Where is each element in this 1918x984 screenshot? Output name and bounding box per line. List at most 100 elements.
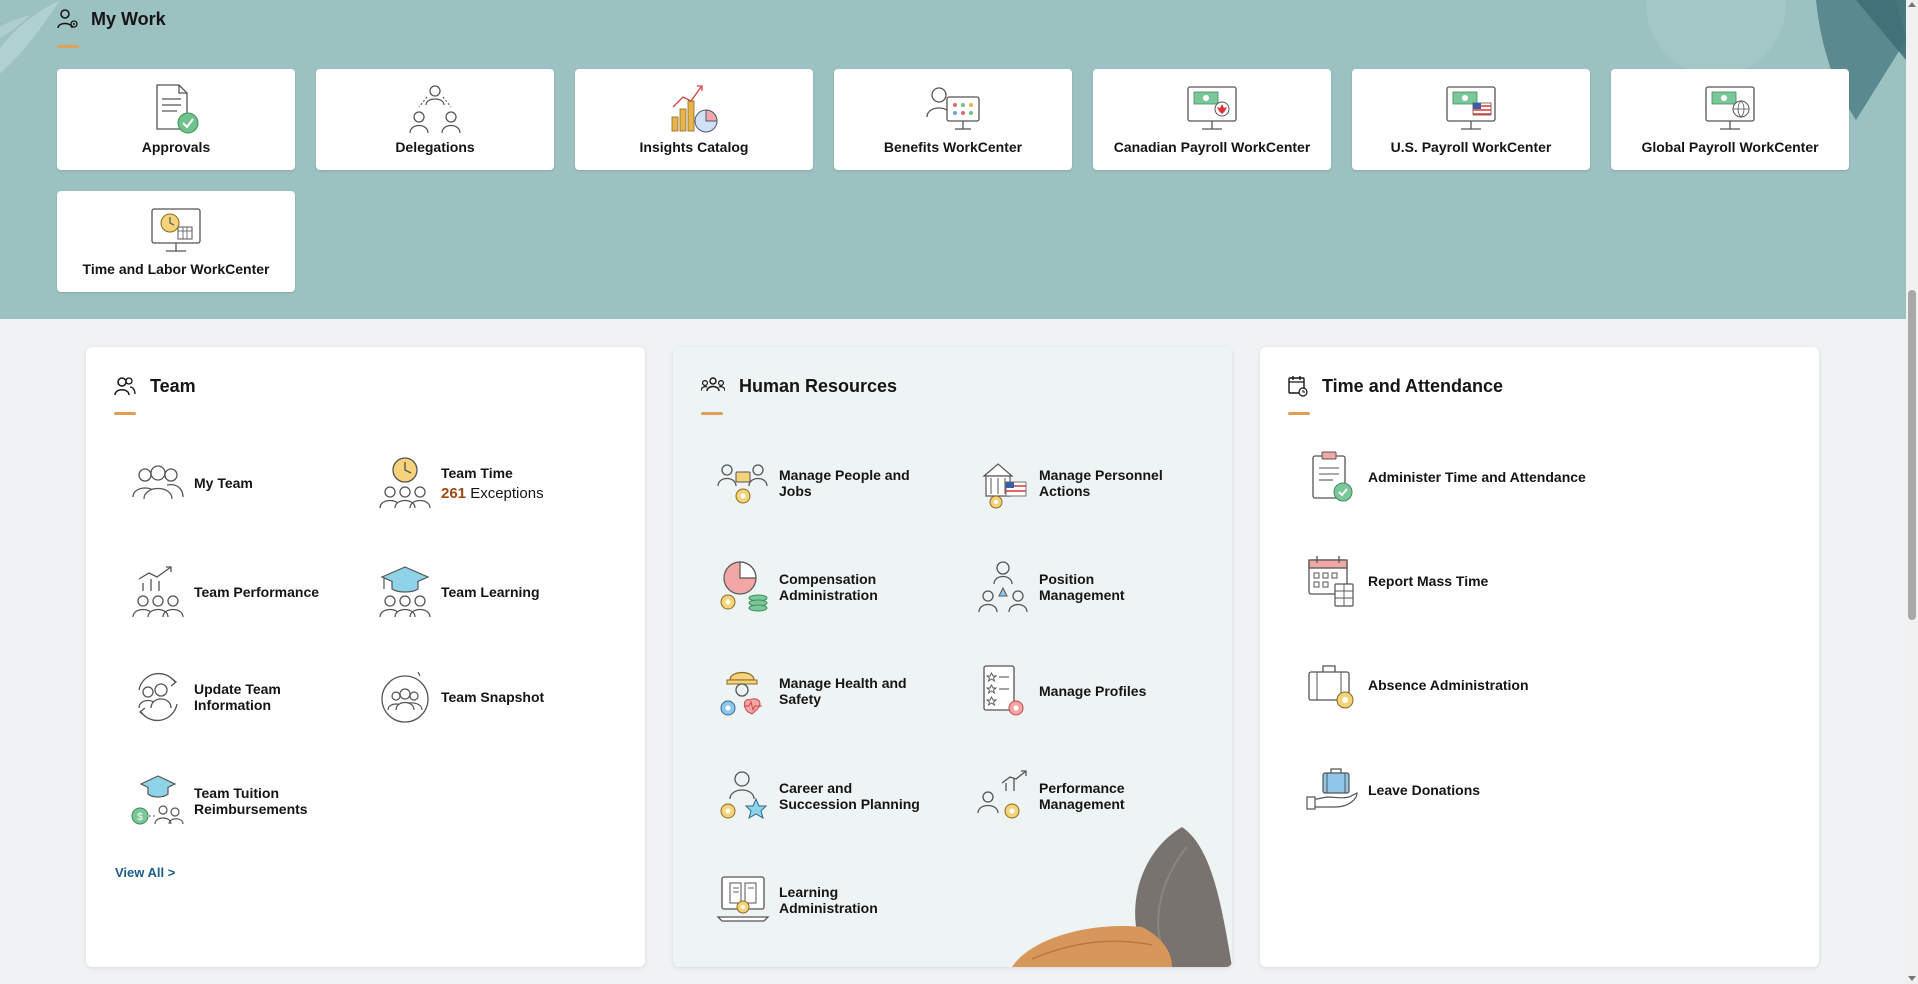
manage-health-and-safety-icon: [720, 671, 762, 716]
tile-global-payroll-workcenter[interactable]: Global Payroll WorkCenter: [1611, 69, 1849, 170]
item-label: Manage Personnel Actions: [1039, 467, 1163, 499]
team-tuition-reimbursements-icon: $: [131, 775, 184, 825]
human-resources-card: Human Resources Manage People and Jobs M…: [673, 347, 1232, 967]
my-work-section: My Work Approvals Delegations Insights C…: [0, 0, 1906, 319]
hr-item-manage-health-and-safety[interactable]: Manage Health and Safety: [715, 663, 919, 719]
time-item-report-mass-time[interactable]: Report Mass Time: [1304, 553, 1488, 609]
scroll-down-arrow-icon[interactable]: [1908, 976, 1916, 981]
calendar-clock-icon: [1288, 376, 1308, 397]
item-label: Position Management: [1039, 571, 1125, 603]
tile-time-and-labor-workcenter[interactable]: Time and Labor WorkCenter: [57, 191, 295, 292]
people-group-icon: [701, 377, 725, 392]
item-label: Manage Health and Safety: [779, 675, 907, 707]
section-underline: [57, 45, 79, 48]
hr-item-manage-personnel-actions[interactable]: Manage Personnel Actions: [975, 455, 1179, 511]
tile-benefits-workcenter[interactable]: Benefits WorkCenter: [834, 69, 1072, 170]
item-label: Absence Administration: [1368, 677, 1529, 693]
tile-label: Canadian Payroll WorkCenter: [1113, 139, 1311, 155]
update-team-information-icon: [138, 672, 178, 722]
item-label: Team Tuition Reimbursements: [194, 785, 308, 817]
team-learning-icon: [379, 566, 431, 618]
tile-insights-catalog[interactable]: Insights Catalog: [575, 69, 813, 170]
team-title: Team: [150, 375, 196, 396]
report-mass-time-icon: [1308, 556, 1354, 607]
hr-item-learning-administration[interactable]: Learning Administration: [715, 872, 889, 928]
hr-item-performance-management[interactable]: Performance Management: [975, 768, 1149, 824]
item-label: Administer Time and Attendance: [1368, 469, 1586, 485]
item-label: Manage Profiles: [1039, 683, 1147, 699]
team-item-team-learning[interactable]: Team Learning: [377, 564, 540, 620]
tile-label: Global Payroll WorkCenter: [1641, 139, 1819, 155]
time-labor-workcenter-icon: [151, 208, 201, 252]
person-gear-icon: [57, 9, 78, 29]
item-label: Update Team Information: [194, 681, 281, 713]
view-all-link[interactable]: View All >: [115, 865, 175, 880]
time-item-absence-administration[interactable]: Absence Administration: [1304, 657, 1529, 713]
benefits-workcenter-icon: [926, 87, 980, 130]
section-underline: [1288, 412, 1310, 415]
time-and-attendance-card: Time and Attendance Administer Time and …: [1260, 347, 1819, 967]
exceptions-label: Exceptions: [470, 484, 544, 502]
team-icon: [114, 377, 136, 396]
decorative-leaves: [1012, 827, 1232, 967]
scroll-up-arrow-icon[interactable]: [1908, 2, 1916, 7]
manage-profiles-icon: [983, 665, 1024, 716]
time-title: Time and Attendance: [1322, 375, 1504, 396]
tile-delegations[interactable]: Delegations: [316, 69, 554, 170]
section-underline: [701, 412, 723, 415]
tile-label: Insights Catalog: [639, 139, 749, 155]
my-work-title: My Work: [91, 8, 166, 29]
team-item-team-tuition-reimbursements[interactable]: $ Team Tuition Reimbursements: [130, 773, 324, 829]
time-item-administer-time-and-attendance[interactable]: Administer Time and Attendance: [1304, 449, 1586, 505]
time-card-header: Time and Attendance: [1288, 375, 1503, 397]
item-label: Compensation Administration: [779, 571, 878, 603]
my-work-header: My Work: [57, 8, 166, 30]
tile-label: Delegations: [395, 139, 475, 155]
team-time-icon: [379, 457, 431, 509]
time-item-leave-donations[interactable]: Leave Donations: [1304, 762, 1480, 818]
item-label: Leave Donations: [1368, 782, 1481, 798]
exceptions-line: 261 Exceptions: [441, 485, 544, 502]
item-label: Performance Management: [1039, 780, 1125, 812]
team-item-my-team[interactable]: My Team: [130, 455, 253, 511]
hr-item-career-and-succession-planning[interactable]: Career and Succession Planning: [715, 768, 929, 824]
item-label: Report Mass Time: [1368, 573, 1489, 589]
approvals-icon: [156, 84, 199, 134]
team-item-team-snapshot[interactable]: Team Snapshot: [377, 669, 544, 725]
item-label: Team Snapshot: [441, 689, 545, 705]
absence-administration-icon: [1308, 665, 1354, 709]
team-item-team-performance[interactable]: Team Performance: [130, 564, 319, 620]
team-time-text: Team Time 261 Exceptions: [441, 465, 544, 502]
manage-people-and-jobs-icon: [717, 464, 768, 504]
section-underline: [114, 412, 136, 415]
manage-personnel-actions-icon: [982, 463, 1027, 509]
team-card-header: Team: [114, 375, 196, 397]
item-label: Career and Succession Planning: [779, 780, 920, 812]
position-management-icon: [978, 561, 1028, 613]
page-scrollbar[interactable]: [1906, 0, 1918, 984]
tile-canadian-payroll-workcenter[interactable]: Canadian Payroll WorkCenter: [1093, 69, 1331, 170]
hr-card-header: Human Resources: [701, 375, 897, 397]
team-item-update-team-information[interactable]: Update Team Information: [130, 669, 304, 725]
item-label: Team Performance: [194, 584, 320, 600]
item-label: Manage People and Jobs: [779, 467, 910, 499]
hr-item-position-management[interactable]: Position Management: [975, 559, 1149, 615]
tile-approvals[interactable]: Approvals: [57, 69, 295, 170]
item-label: Team Time: [441, 464, 513, 481]
hr-item-compensation-administration[interactable]: Compensation Administration: [715, 559, 899, 615]
scrollbar-thumb[interactable]: [1908, 290, 1916, 620]
tile-us-payroll-workcenter[interactable]: U.S. Payroll WorkCenter: [1352, 69, 1590, 170]
team-item-team-time[interactable]: Team Time 261 Exceptions: [377, 455, 544, 511]
team-performance-icon: [132, 566, 184, 618]
global-payroll-icon: [1705, 86, 1755, 130]
team-snapshot-icon: [381, 671, 429, 723]
tile-label: U.S. Payroll WorkCenter: [1390, 139, 1552, 155]
exceptions-count: 261: [441, 484, 467, 502]
leave-donations-icon: [1306, 768, 1358, 810]
item-label: My Team: [194, 475, 253, 491]
hr-item-manage-people-and-jobs[interactable]: Manage People and Jobs: [715, 455, 919, 511]
compensation-administration-icon: [720, 561, 768, 612]
hr-item-manage-profiles[interactable]: Manage Profiles: [975, 663, 1146, 719]
my-team-icon: [132, 465, 184, 500]
item-label: Team Learning: [441, 584, 540, 600]
